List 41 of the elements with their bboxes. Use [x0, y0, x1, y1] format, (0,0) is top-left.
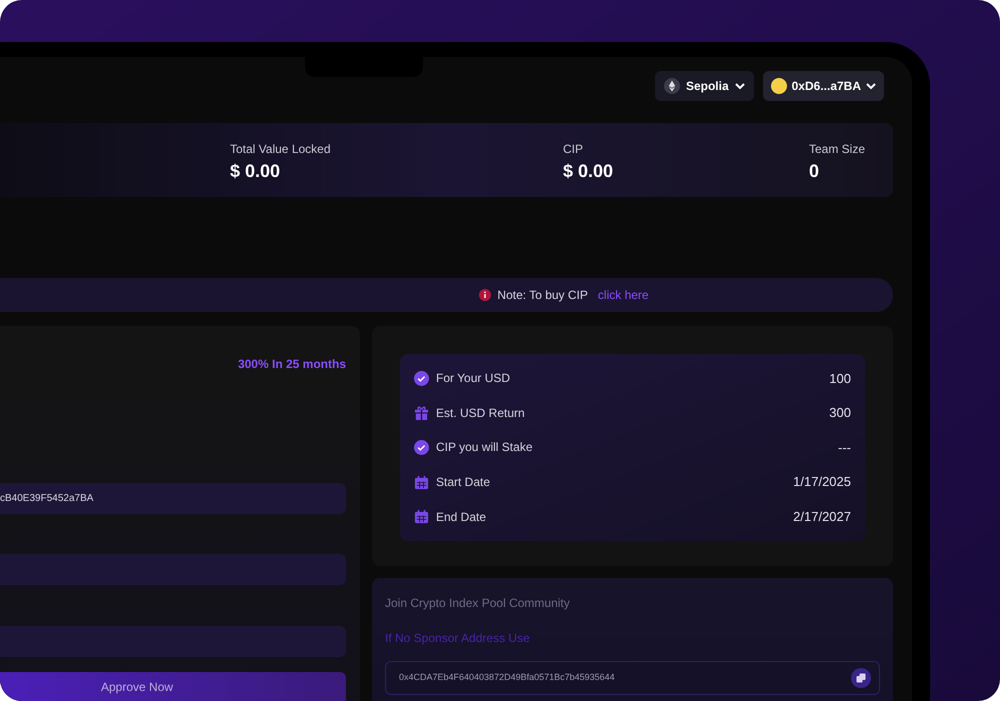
- chevron-down-icon: [734, 82, 745, 90]
- summary-value: ---: [838, 438, 851, 457]
- community-title: Join Crypto Index Pool Community: [385, 595, 571, 612]
- return-rate-text: 300% In 25 months: [238, 356, 346, 372]
- chevron-down-icon: [866, 82, 876, 90]
- stat-label: CIP: [563, 142, 584, 156]
- summary-value: 300: [829, 404, 851, 422]
- copy-icon: [856, 673, 866, 683]
- summary-label: CIP you will Stake: [436, 439, 534, 456]
- gift-icon: [414, 405, 429, 420]
- note-text: Note: To buy CIP: [497, 287, 588, 304]
- wallet-avatar: [770, 78, 787, 94]
- check-circle-icon: [414, 440, 429, 455]
- buy-link[interactable]: click here: [598, 286, 649, 304]
- input-field[interactable]: cB40E39F5452a7BA: [0, 483, 346, 514]
- check-circle-icon: [414, 370, 429, 386]
- stat-label: Team Size: [808, 142, 865, 156]
- summary-label: Start Date: [436, 474, 492, 492]
- input-field[interactable]: [0, 554, 346, 585]
- stat-value: $ 0.00: [230, 160, 282, 183]
- stat-label: Total Value Locked: [230, 142, 332, 156]
- info-icon: [479, 289, 492, 301]
- summary-value: 1/17/2025: [793, 473, 851, 492]
- calendar-icon: [414, 474, 429, 490]
- calendar-icon: [414, 509, 429, 524]
- sponsor-hint: If No Sponsor Address Use: [385, 630, 531, 647]
- approve-button[interactable]: Approve Now: [0, 672, 346, 701]
- summary-value: 100: [829, 370, 851, 388]
- network-selector[interactable]: Sepolia: [654, 71, 754, 101]
- ethereum-icon: [664, 78, 680, 94]
- stat-value: $ 0.00: [563, 160, 614, 183]
- address-text: 0x4CDA7Eb4F640403872D49Bfa0571Bc7b45935644: [399, 671, 616, 684]
- input-field[interactable]: [0, 626, 346, 657]
- summary-value: 2/17/2027: [793, 508, 851, 526]
- wallet-button[interactable]: 0xD6...a7BA: [762, 71, 884, 101]
- summary-label: End Date: [436, 508, 488, 526]
- summary-label: For Your USD: [436, 370, 512, 388]
- stat-value: 0: [808, 160, 820, 183]
- copy-button[interactable]: [851, 668, 871, 688]
- address-field[interactable]: 0x4CDA7Eb4F640403872D49Bfa0571Bc7b45935644: [385, 661, 880, 695]
- summary-label: Est. USD Return: [436, 404, 526, 422]
